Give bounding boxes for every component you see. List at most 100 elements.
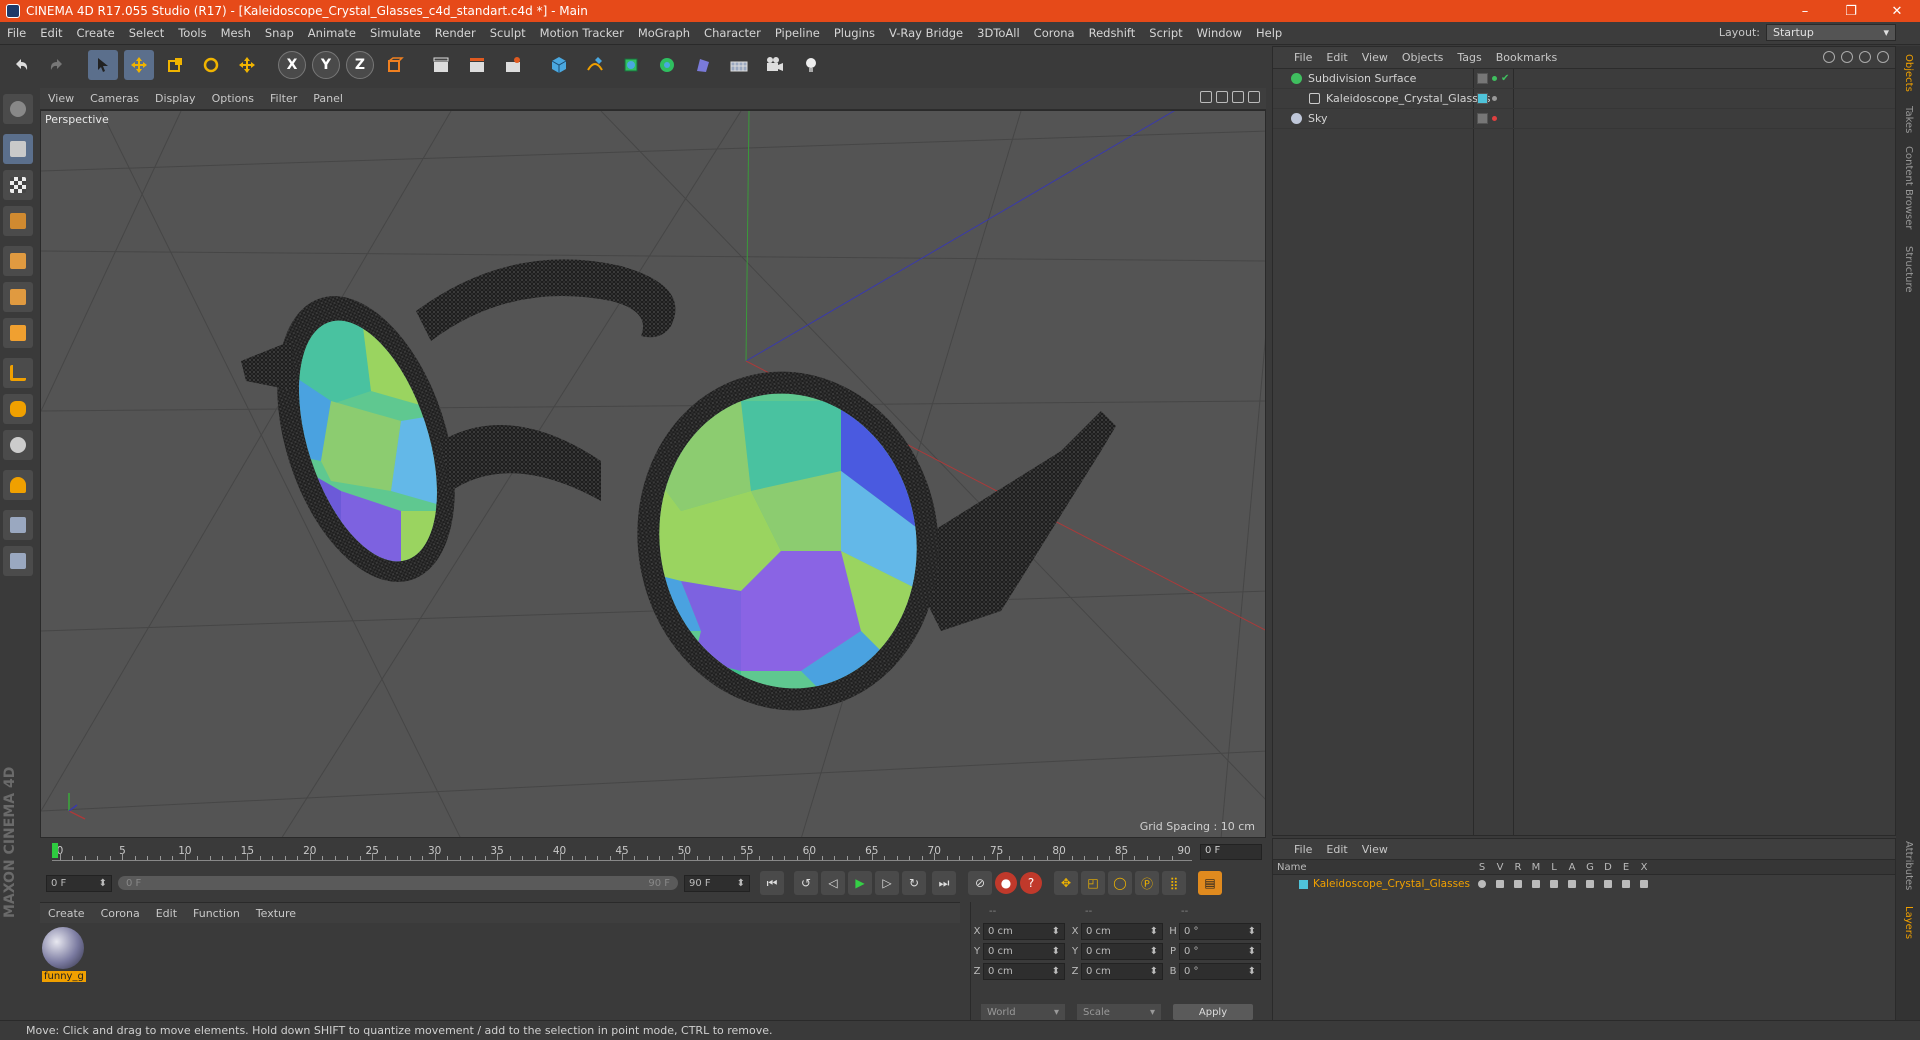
home-icon[interactable] bbox=[1841, 51, 1853, 63]
undo-button[interactable] bbox=[6, 50, 36, 80]
recent-tool-button[interactable] bbox=[232, 50, 262, 80]
material-swatch[interactable]: funny_g bbox=[42, 927, 86, 985]
play-button[interactable]: ▶ bbox=[848, 871, 872, 895]
axis-mode-button[interactable] bbox=[3, 358, 33, 388]
layer-color-swatch[interactable] bbox=[1477, 93, 1488, 104]
menu-3dtoall[interactable]: 3DToAll bbox=[970, 26, 1027, 40]
layer-menu-view[interactable]: View bbox=[1355, 843, 1395, 856]
menu-script[interactable]: Script bbox=[1142, 26, 1189, 40]
workplane-lock-button[interactable] bbox=[3, 510, 33, 540]
live-selection-button[interactable] bbox=[88, 50, 118, 80]
previous-key-button[interactable]: ↺ bbox=[794, 871, 818, 895]
timeline-window-button[interactable]: ▤ bbox=[1198, 871, 1222, 895]
animation-toggle[interactable] bbox=[1563, 880, 1581, 888]
menu-edit[interactable]: Edit bbox=[33, 26, 69, 40]
frame-range-slider[interactable]: 0 F 90 F bbox=[118, 876, 678, 890]
timeline-bar[interactable]: 0 5 10 15 20 25 30 35 40 45 50 55 60 65 70 75 80 85 90 bbox=[52, 843, 1192, 861]
light-button[interactable] bbox=[796, 50, 826, 80]
layer-row[interactable]: Kaleidoscope_Crystal_Glasses bbox=[1273, 875, 1895, 893]
start-frame-field[interactable]: 0 F ⬍ bbox=[46, 874, 112, 892]
key-rotation-button[interactable]: ◯ bbox=[1108, 871, 1132, 895]
menu-tools[interactable]: Tools bbox=[171, 26, 213, 40]
solo-button[interactable] bbox=[3, 430, 33, 460]
viewport-menu-options[interactable]: Options bbox=[204, 92, 262, 105]
go-to-end-button[interactable]: ⏭ bbox=[932, 871, 956, 895]
x-axis-lock-button[interactable]: X bbox=[278, 51, 306, 79]
texture-mode-button[interactable] bbox=[3, 170, 33, 200]
y-axis-lock-button[interactable]: Y bbox=[312, 51, 340, 79]
previous-frame-button[interactable]: ◁ bbox=[821, 871, 845, 895]
coordinate-space-dropdown[interactable]: World ▾ bbox=[981, 1004, 1065, 1020]
rotation-h-field[interactable]: 0 ° ⬍ bbox=[1179, 922, 1261, 940]
menu-character[interactable]: Character bbox=[697, 26, 768, 40]
object-row-glasses[interactable]: Kaleidoscope_Crystal_Glasses bbox=[1273, 89, 1895, 109]
tab-structure[interactable]: Structure bbox=[1903, 246, 1914, 293]
key-position-button[interactable]: ✥ bbox=[1054, 871, 1078, 895]
workplane-mode-button[interactable] bbox=[3, 206, 33, 236]
key-scale-button[interactable]: ◰ bbox=[1081, 871, 1105, 895]
position-x-field[interactable]: 0 cm ⬍ bbox=[983, 922, 1065, 940]
menu-snap[interactable]: Snap bbox=[258, 26, 301, 40]
menu-simulate[interactable]: Simulate bbox=[363, 26, 428, 40]
key-point-level-button[interactable]: ⣿ bbox=[1162, 871, 1186, 895]
current-frame-field[interactable]: 0 F bbox=[1200, 844, 1262, 860]
model-mode-button[interactable] bbox=[3, 134, 33, 164]
layer-menu-file[interactable]: File bbox=[1287, 843, 1319, 856]
viewport-menu-cameras[interactable]: Cameras bbox=[82, 92, 147, 105]
pen-spline-button[interactable] bbox=[580, 50, 610, 80]
next-frame-button[interactable]: ▷ bbox=[875, 871, 899, 895]
menu-mograph[interactable]: MoGraph bbox=[631, 26, 697, 40]
go-to-start-button[interactable]: ⏮ bbox=[760, 871, 784, 895]
apply-button[interactable]: Apply bbox=[1173, 1004, 1253, 1020]
material-menu-texture[interactable]: Texture bbox=[248, 907, 304, 920]
menu-file[interactable]: File bbox=[0, 26, 33, 40]
object-row-sky[interactable]: Sky bbox=[1273, 109, 1895, 129]
camera-button[interactable] bbox=[760, 50, 790, 80]
zoom-icon[interactable] bbox=[1216, 91, 1228, 103]
render-dot[interactable] bbox=[1492, 96, 1497, 101]
perspective-viewport[interactable]: Perspective Grid Spacing : 10 cm bbox=[40, 110, 1266, 838]
motion-record-button[interactable]: ⊘ bbox=[968, 871, 992, 895]
enabled-check-icon[interactable]: ✔ bbox=[1501, 73, 1509, 84]
minimize-button[interactable]: – bbox=[1782, 0, 1828, 22]
maximize-button[interactable]: ❐ bbox=[1828, 0, 1874, 22]
menu-pipeline[interactable]: Pipeline bbox=[768, 26, 827, 40]
end-frame-field[interactable]: 90 F ⬍ bbox=[684, 874, 750, 892]
view-toggle[interactable] bbox=[1491, 880, 1509, 888]
material-menu-edit[interactable]: Edit bbox=[148, 907, 185, 920]
timeline-ruler[interactable]: 0 5 10 15 20 25 30 35 40 45 50 55 60 65 70 75 80 85 90 0 F bbox=[40, 840, 1266, 866]
polygons-mode-button[interactable] bbox=[3, 318, 33, 348]
rotation-b-field[interactable]: 0 ° ⬍ bbox=[1179, 962, 1261, 980]
generators-toggle[interactable] bbox=[1581, 880, 1599, 888]
search-icon[interactable] bbox=[1823, 51, 1835, 63]
redo-button[interactable] bbox=[42, 50, 72, 80]
menu-create[interactable]: Create bbox=[70, 26, 122, 40]
render-dot[interactable] bbox=[1492, 116, 1497, 121]
tab-takes[interactable]: Takes bbox=[1903, 106, 1914, 133]
size-z-field[interactable]: 0 cm ⬍ bbox=[1081, 962, 1163, 980]
viewport-menu-panel[interactable]: Panel bbox=[305, 92, 351, 105]
menu-select[interactable]: Select bbox=[122, 26, 171, 40]
orbit-icon[interactable] bbox=[1232, 91, 1244, 103]
menu-render[interactable]: Render bbox=[428, 26, 483, 40]
object-menu-file[interactable]: File bbox=[1287, 51, 1319, 64]
manager-toggle[interactable] bbox=[1527, 880, 1545, 888]
record-active-objects-button[interactable]: ● bbox=[995, 872, 1017, 894]
visibility-toggle[interactable] bbox=[1477, 113, 1488, 124]
material-menu-corona[interactable]: Corona bbox=[93, 907, 148, 920]
rotation-p-field[interactable]: 0 ° ⬍ bbox=[1179, 942, 1261, 960]
snap-button[interactable] bbox=[3, 470, 33, 500]
move-tool-button[interactable] bbox=[124, 50, 154, 80]
render-settings-button[interactable] bbox=[498, 50, 528, 80]
object-row-subdivision[interactable]: Subdivision Surface ✔ bbox=[1273, 69, 1895, 89]
viewport-menu-display[interactable]: Display bbox=[147, 92, 204, 105]
size-x-field[interactable]: 0 cm ⬍ bbox=[1081, 922, 1163, 940]
menu-animate[interactable]: Animate bbox=[301, 26, 363, 40]
menu-motion-tracker[interactable]: Motion Tracker bbox=[533, 26, 631, 40]
menu-vray-bridge[interactable]: V-Ray Bridge bbox=[882, 26, 970, 40]
new-view-icon[interactable] bbox=[1859, 51, 1871, 63]
timeline-playhead[interactable] bbox=[52, 843, 58, 858]
lock-icon[interactable] bbox=[1877, 51, 1889, 63]
render-dot[interactable] bbox=[1492, 76, 1497, 81]
tweak-mode-button[interactable] bbox=[3, 394, 33, 424]
